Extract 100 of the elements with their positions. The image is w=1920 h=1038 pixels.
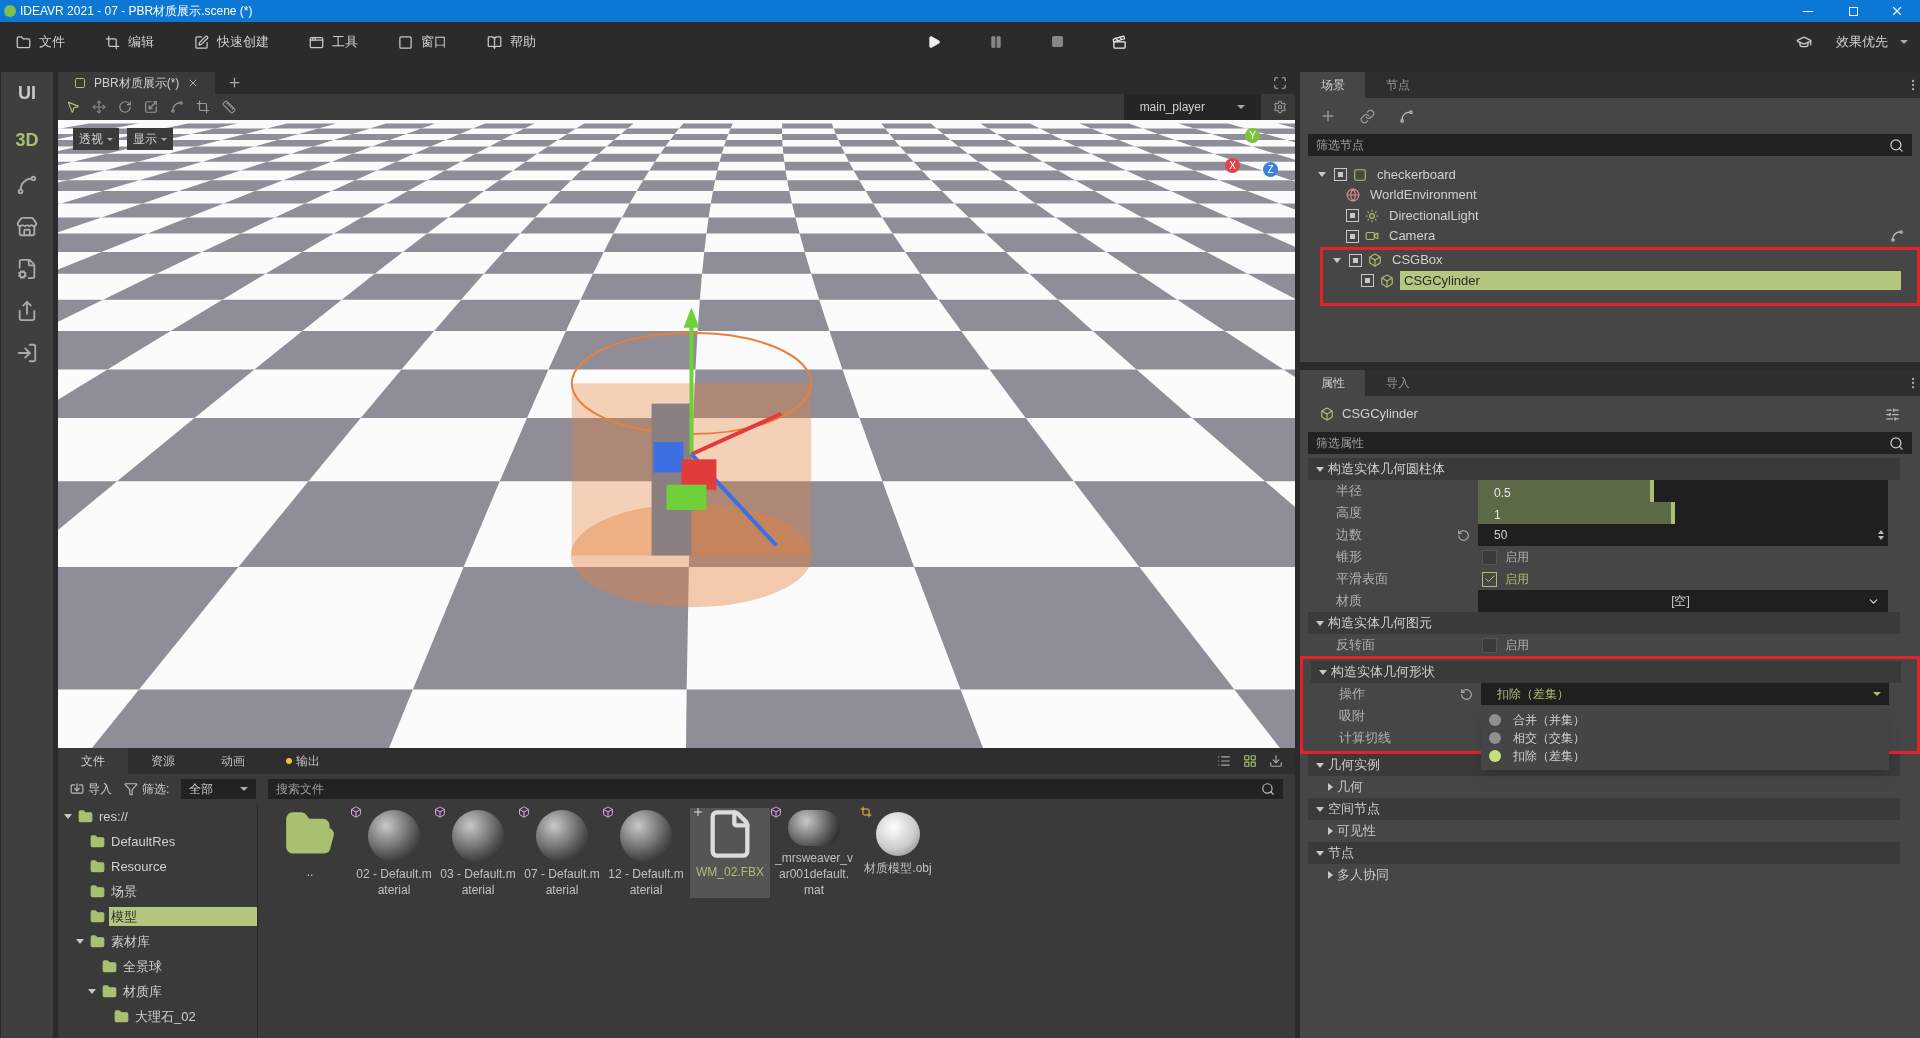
bottom-tab[interactable]: 动画 bbox=[198, 748, 268, 774]
scale-tool-icon[interactable] bbox=[144, 100, 158, 114]
download-icon[interactable] bbox=[1269, 754, 1283, 768]
property-filter-field[interactable]: 筛选属性 bbox=[1308, 432, 1889, 454]
file-tile[interactable]: _mrsweaver_var001default.mat bbox=[774, 808, 854, 898]
search-icon[interactable] bbox=[1889, 137, 1904, 153]
property-group[interactable]: 几何 bbox=[1337, 777, 1363, 797]
pause-icon[interactable] bbox=[989, 34, 1003, 49]
panel-tab[interactable]: 场景 bbox=[1300, 72, 1365, 98]
ruler-icon[interactable] bbox=[222, 100, 236, 114]
slider-field[interactable]: 1 bbox=[1478, 502, 1888, 524]
visibility-toggle[interactable] bbox=[1361, 274, 1374, 287]
search-icon[interactable] bbox=[1261, 782, 1275, 796]
folder-tree-item[interactable]: DefaultRes bbox=[109, 831, 257, 852]
scene-tree-item[interactable]: checkerboard bbox=[1373, 164, 1904, 185]
path-icon[interactable] bbox=[16, 174, 38, 196]
expand-arrow-icon[interactable] bbox=[1319, 669, 1327, 675]
folder-tree-item[interactable]: 材质库 bbox=[121, 981, 257, 1002]
file-tile[interactable]: 03 - Default.material bbox=[438, 808, 518, 898]
menu-item[interactable]: 窗口 bbox=[390, 32, 455, 52]
minimize-icon[interactable] bbox=[1803, 10, 1813, 12]
share-icon[interactable] bbox=[16, 300, 38, 322]
scene-tree-item[interactable]: DirectionalLight bbox=[1385, 205, 1904, 226]
sliders-icon[interactable] bbox=[1885, 406, 1900, 422]
collapse-arrow-icon[interactable] bbox=[1328, 871, 1333, 879]
dropdown-option[interactable]: 合并（并集） bbox=[1481, 712, 1889, 728]
scene-tree-item[interactable]: CSGCylinder bbox=[1400, 270, 1901, 291]
menu-item[interactable]: 编辑 bbox=[97, 32, 162, 52]
number-field[interactable]: 50 bbox=[1478, 524, 1888, 546]
link-icon[interactable] bbox=[1360, 108, 1375, 124]
section-header[interactable]: 构造实体几何形状 bbox=[1331, 662, 1435, 682]
graduation-cap-icon[interactable] bbox=[1796, 34, 1812, 50]
folder-tree-item[interactable]: 大理石_02 bbox=[133, 1006, 257, 1027]
close-icon[interactable] bbox=[1890, 4, 1904, 18]
checkbox[interactable] bbox=[1482, 549, 1497, 565]
axis-gizmo[interactable]: Y X Z bbox=[1223, 128, 1283, 188]
bottom-tab[interactable]: 文件 bbox=[58, 748, 128, 774]
restore-icon[interactable] bbox=[1849, 6, 1858, 16]
expand-arrow-icon[interactable] bbox=[64, 814, 72, 819]
slider-field[interactable]: 0.5 bbox=[1478, 480, 1888, 502]
list-view-icon[interactable] bbox=[1217, 754, 1231, 768]
file-tile[interactable]: .. bbox=[270, 808, 350, 898]
file-tile[interactable]: WM_02.FBX bbox=[690, 808, 770, 898]
reset-icon[interactable] bbox=[1459, 687, 1473, 701]
select-tool-icon[interactable] bbox=[66, 100, 80, 114]
collapse-arrow-icon[interactable] bbox=[1328, 827, 1333, 835]
rotate-tool-icon[interactable] bbox=[118, 100, 132, 114]
expand-arrow-icon[interactable] bbox=[1316, 762, 1324, 768]
folder-tree-item[interactable]: 素材库 bbox=[109, 931, 257, 952]
menu-item[interactable]: 快速创建 bbox=[186, 32, 277, 52]
scene-tree-item[interactable]: WorldEnvironment bbox=[1366, 185, 1904, 205]
section-header[interactable]: 几何实例 bbox=[1328, 755, 1380, 775]
search-icon[interactable] bbox=[1889, 435, 1904, 451]
menu-item[interactable]: 工具 bbox=[301, 32, 366, 52]
expand-arrow-icon[interactable] bbox=[1316, 466, 1324, 472]
menu-item[interactable]: 帮助 bbox=[479, 32, 544, 52]
operation-dropdown[interactable]: 扣除（差集） bbox=[1481, 683, 1889, 705]
visibility-toggle[interactable] bbox=[1334, 168, 1347, 181]
reset-icon[interactable] bbox=[1456, 528, 1470, 542]
expand-arrow-icon[interactable] bbox=[88, 989, 96, 994]
property-group[interactable]: 可见性 bbox=[1337, 821, 1376, 841]
checkbox[interactable] bbox=[1482, 571, 1497, 587]
file-tile[interactable]: 02 - Default.material bbox=[354, 808, 434, 898]
settings-window-icon[interactable] bbox=[16, 258, 38, 280]
search-field[interactable]: 搜索文件 bbox=[268, 779, 1261, 799]
expand-arrow-icon[interactable] bbox=[1316, 620, 1324, 626]
path-icon[interactable] bbox=[1399, 108, 1414, 124]
store-icon[interactable] bbox=[16, 216, 38, 238]
expand-arrow-icon[interactable] bbox=[1333, 257, 1341, 263]
section-header[interactable]: 构造实体几何圆柱体 bbox=[1328, 459, 1445, 479]
expand-arrow-icon[interactable] bbox=[1316, 806, 1324, 812]
expand-arrow-icon[interactable] bbox=[1316, 850, 1324, 856]
stop-icon[interactable] bbox=[1051, 34, 1064, 48]
folder-tree-item[interactable]: res:// bbox=[97, 806, 257, 827]
view-menu-button[interactable]: 透视 bbox=[73, 128, 119, 150]
settings-icon[interactable] bbox=[1273, 100, 1287, 114]
bottom-tab[interactable]: 输出 bbox=[268, 748, 338, 774]
import-button[interactable]: 导入 bbox=[70, 780, 112, 798]
scene-tree-item[interactable]: Camera bbox=[1385, 226, 1884, 246]
filter-select[interactable]: 全部 bbox=[181, 779, 257, 799]
material-select[interactable]: [空] bbox=[1478, 590, 1888, 612]
panel-tab[interactable]: 导入 bbox=[1365, 370, 1430, 396]
panel-tab[interactable]: 属性 bbox=[1300, 370, 1365, 396]
expand-arrow-icon[interactable] bbox=[76, 939, 84, 944]
file-tile[interactable]: 材质模型.obj bbox=[858, 808, 938, 898]
file-tile[interactable]: 12 - Default.material bbox=[606, 808, 686, 898]
folder-tree-item[interactable]: 模型 bbox=[109, 906, 257, 927]
viewport[interactable]: 透视 显示 Y X Z bbox=[58, 120, 1295, 748]
folder-tree-item[interactable]: 全景球 bbox=[121, 956, 257, 977]
visibility-toggle[interactable] bbox=[1346, 229, 1359, 243]
checkbox[interactable] bbox=[1482, 637, 1497, 653]
section-header[interactable]: 构造实体几何图元 bbox=[1328, 613, 1432, 633]
move-tool-icon[interactable] bbox=[92, 100, 106, 114]
menu-item[interactable]: 文件 bbox=[8, 32, 73, 52]
fullscreen-icon[interactable] bbox=[1273, 76, 1287, 90]
collapse-arrow-icon[interactable] bbox=[1328, 783, 1333, 791]
player-select[interactable]: main_player bbox=[1123, 94, 1261, 120]
grid-view-icon[interactable] bbox=[1243, 754, 1257, 768]
dropdown-option[interactable]: 相交（交集） bbox=[1481, 730, 1889, 746]
quality-dropdown[interactable]: 效果优先 bbox=[1836, 32, 1908, 52]
